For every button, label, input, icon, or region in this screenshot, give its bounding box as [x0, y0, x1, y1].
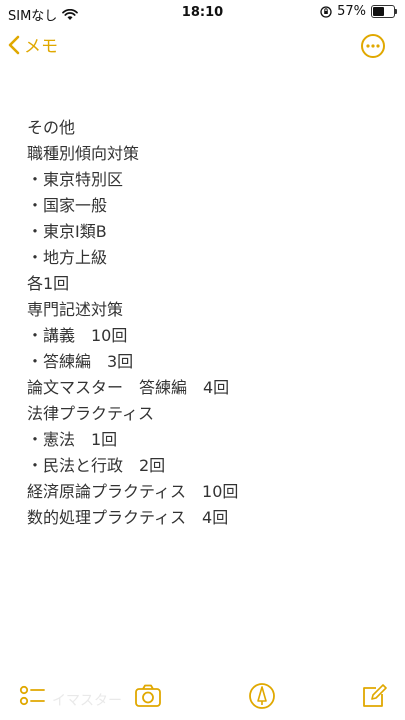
back-label: メモ [24, 37, 58, 57]
note-line[interactable]: ・民法と行政 2回 [27, 453, 387, 479]
note-line[interactable]: ・東京特別区 [27, 167, 387, 193]
status-right: 57% [320, 4, 397, 19]
note-line[interactable]: 数的処理プラクティス 4回 [27, 505, 387, 531]
note-line[interactable]: ・答練編 3回 [27, 349, 387, 375]
bottom-toolbar: イマスター [0, 670, 405, 720]
note-line[interactable]: 各1回 [27, 271, 387, 297]
note-line[interactable]: ・国家一般 [27, 193, 387, 219]
note-line[interactable]: ・講義 10回 [27, 323, 387, 349]
note-line[interactable]: 論文マスター 答練編 4回 [27, 375, 387, 401]
ghost-text: イマスター [52, 693, 122, 709]
markup-icon[interactable] [248, 682, 276, 710]
status-bar: SIMなし 18:10 57% [0, 0, 405, 24]
note-line[interactable]: ・地方上級 [27, 245, 387, 271]
orientation-lock-icon [320, 5, 332, 18]
ellipsis-icon [366, 44, 380, 48]
note-line[interactable]: その他 [27, 115, 387, 141]
back-button[interactable]: メモ [8, 32, 58, 57]
note-line[interactable]: 専門記述対策 [27, 297, 387, 323]
nav-bar: メモ [0, 30, 405, 64]
compose-icon[interactable] [360, 682, 388, 710]
note-body[interactable]: その他 職種別傾向対策 ・東京特別区 ・国家一般 ・東京Ⅰ類B ・地方上級 各1… [27, 115, 387, 531]
chevron-left-icon [8, 35, 20, 54]
note-line[interactable]: 職種別傾向対策 [27, 141, 387, 167]
note-line[interactable]: 法律プラクティス [27, 401, 387, 427]
checklist-icon[interactable] [18, 682, 46, 710]
battery-percent: 57% [337, 4, 366, 19]
camera-icon[interactable] [134, 682, 162, 710]
note-line[interactable]: 経済原論プラクティス 10回 [27, 479, 387, 505]
battery-fill [373, 7, 385, 16]
more-button[interactable] [361, 34, 385, 58]
battery-cap [395, 9, 397, 14]
battery-icon [371, 5, 397, 18]
note-line[interactable]: ・憲法 1回 [27, 427, 387, 453]
note-line[interactable]: ・東京Ⅰ類B [27, 219, 387, 245]
